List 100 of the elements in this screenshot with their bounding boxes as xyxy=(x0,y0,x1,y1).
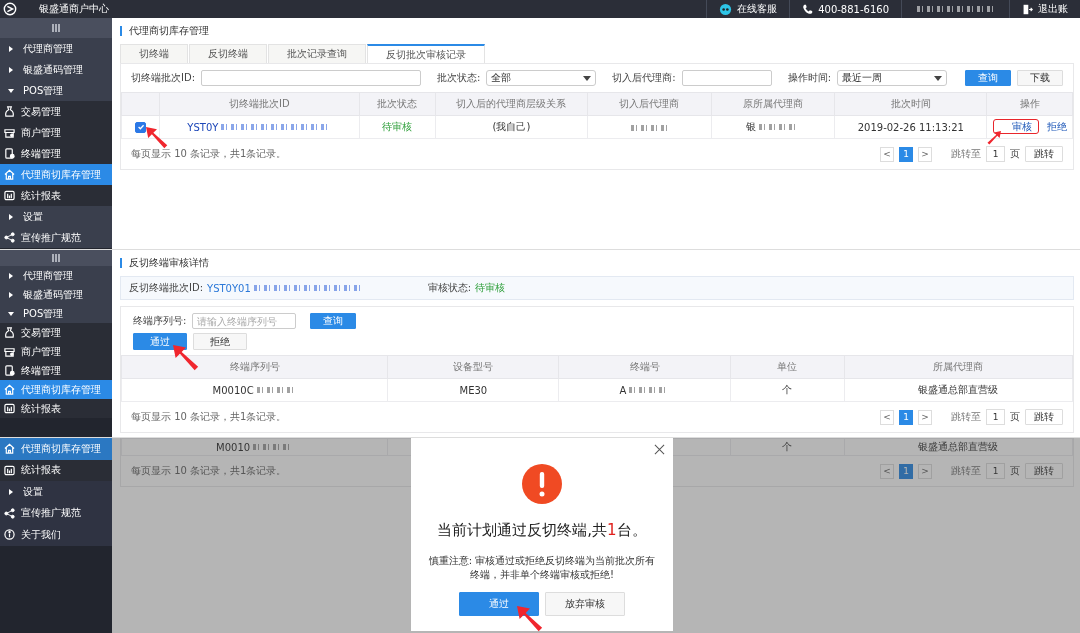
warning-icon xyxy=(522,464,562,504)
tab[interactable]: 反切终端 xyxy=(189,44,267,63)
sidebar-item[interactable]: 代理商管理 xyxy=(0,266,112,285)
close-icon[interactable] xyxy=(654,444,665,455)
sidebar-item[interactable]: 代理商管理 xyxy=(0,38,112,59)
caret-icon xyxy=(8,87,14,94)
table-cell: 银盛通总部直营级 xyxy=(918,440,999,454)
column-header: 设备型号 xyxy=(453,361,494,372)
logout-link[interactable]: 退出账 xyxy=(1009,0,1080,18)
page-button[interactable]: 1 xyxy=(899,146,913,162)
collapse-button[interactable] xyxy=(0,250,112,266)
table-cell: 个 xyxy=(782,440,793,454)
caret-icon xyxy=(8,310,14,317)
jump-button[interactable]: 跳转 xyxy=(1025,409,1063,425)
page-input[interactable]: 1 xyxy=(986,146,1005,162)
store-icon xyxy=(4,127,15,138)
table-cell: 个 xyxy=(782,383,793,397)
brand-name: 银盛通商户中心 xyxy=(39,2,109,16)
column-header: 切入后代理商 xyxy=(619,98,680,109)
sidebar-item[interactable]: 统计报表 xyxy=(0,399,112,418)
table-cell: M0010C xyxy=(212,384,297,396)
input-field[interactable] xyxy=(201,70,421,86)
sidebar-item[interactable]: POS管理 xyxy=(0,304,112,323)
sidebar-item[interactable]: 商户管理 xyxy=(0,342,112,361)
filter-label: 批次状态: xyxy=(436,71,481,85)
jump-button[interactable]: 跳转 xyxy=(1025,146,1063,162)
previous-page-button[interactable]: < xyxy=(880,146,894,162)
device-icon xyxy=(4,365,15,376)
input-field[interactable] xyxy=(681,70,772,86)
table-cell: (我自己) xyxy=(492,120,531,134)
phone-icon xyxy=(802,3,814,15)
phone-link[interactable]: 400-881-6160 xyxy=(789,0,901,18)
service-link[interactable]: 在线客服 xyxy=(706,0,790,18)
collapse-button[interactable] xyxy=(0,18,112,38)
table-cell: 银 xyxy=(746,120,800,134)
action-link[interactable]: 拒绝 xyxy=(1046,121,1067,132)
page-button[interactable]: 1 xyxy=(899,409,913,425)
sidebar-item[interactable]: 关于我们 xyxy=(0,524,112,546)
page-input[interactable]: 1 xyxy=(986,409,1005,425)
sidebar-item[interactable]: 代理商切库存管理 xyxy=(0,164,112,185)
table-cell: M0010 xyxy=(216,441,294,453)
caret-icon xyxy=(934,75,942,81)
serial-input[interactable]: 请输入终端序列号 xyxy=(192,313,297,329)
sidebar-item[interactable]: 银盛通码管理 xyxy=(0,285,112,304)
sidebar-item[interactable]: 终端管理 xyxy=(0,361,112,380)
store-icon xyxy=(4,346,15,357)
filter-button[interactable]: 下载 xyxy=(1017,70,1063,86)
jump-button[interactable]: 跳转 xyxy=(1025,463,1063,479)
arrow-icon xyxy=(173,345,199,371)
sidebar-item[interactable]: 代理商切库存管理 xyxy=(0,380,112,399)
record-count: 每页显示 10 条记录，共1条记录。 xyxy=(131,410,287,424)
next-page-button[interactable]: > xyxy=(918,146,932,162)
sidebar-item[interactable]: 统计报表 xyxy=(0,185,112,206)
section-title: 反切终端审核详情 xyxy=(120,258,1074,268)
query-button[interactable]: 查询 xyxy=(310,313,357,329)
sidebar-item[interactable]: 终端管理 xyxy=(0,143,112,164)
sidebar-item[interactable]: POS管理 xyxy=(0,80,112,101)
previous-page-button[interactable]: < xyxy=(880,409,894,425)
sidebar-item[interactable]: 银盛通码管理 xyxy=(0,59,112,80)
dialog-button[interactable]: 通过 xyxy=(459,592,539,616)
action-button[interactable]: 拒绝 xyxy=(193,333,247,350)
tab[interactable]: 切终端 xyxy=(120,44,188,63)
page-input[interactable]: 1 xyxy=(986,463,1005,479)
sidebar-item[interactable]: 代理商切库存管理 xyxy=(0,438,112,460)
table-cell: 银盛通总部直营级 xyxy=(918,383,999,397)
dropdown[interactable]: 全部 xyxy=(486,70,597,86)
sidebar-item[interactable]: 商户管理 xyxy=(0,122,112,143)
sidebar-item[interactable]: 宣传推广规范 xyxy=(0,227,112,248)
dialog-title: 当前计划通过反切终端,共1台。 xyxy=(437,521,647,540)
record-count: 每页显示 10 条记录，共1条记录。 xyxy=(131,464,287,478)
sidebar-item[interactable]: 交易管理 xyxy=(0,101,112,122)
filter-label: 切终端批次ID: xyxy=(131,71,196,85)
device-icon xyxy=(4,148,15,159)
page-unit: 页 xyxy=(1010,464,1020,478)
filter-button[interactable]: 查询 xyxy=(965,70,1011,86)
next-page-button[interactable]: > xyxy=(918,463,932,479)
batch-id-label: 反切终端批次ID: xyxy=(129,281,204,295)
previous-page-button[interactable]: < xyxy=(880,463,894,479)
tab[interactable]: 反切批次审核记录 xyxy=(367,44,485,63)
caret-icon xyxy=(8,488,14,495)
dropdown[interactable]: 最近一周 xyxy=(837,70,947,86)
arrow-icon xyxy=(986,131,1001,145)
checkbox[interactable] xyxy=(135,121,146,133)
page-unit: 页 xyxy=(1010,410,1020,424)
caret-icon xyxy=(8,66,14,73)
sidebar-item[interactable]: 设置 xyxy=(0,481,112,503)
action-button[interactable]: 通过 xyxy=(133,333,187,350)
column-header: 批次时间 xyxy=(890,98,931,109)
arrow-icon xyxy=(146,127,168,149)
table-cell: 2019-02-26 11:13:21 xyxy=(857,121,964,133)
chart-icon xyxy=(4,403,15,414)
sidebar-item[interactable]: 交易管理 xyxy=(0,323,112,342)
caret-icon xyxy=(8,213,14,220)
dialog-button[interactable]: 放弃审核 xyxy=(545,592,625,616)
column-header: 原所属代理商 xyxy=(742,98,803,109)
sidebar-item[interactable]: 设置 xyxy=(0,206,112,227)
tab[interactable]: 批次记录查询 xyxy=(268,44,366,63)
next-page-button[interactable]: > xyxy=(918,409,932,425)
sidebar-item[interactable]: 统计报表 xyxy=(0,459,112,481)
sidebar-item[interactable]: 宣传推广规范 xyxy=(0,502,112,524)
